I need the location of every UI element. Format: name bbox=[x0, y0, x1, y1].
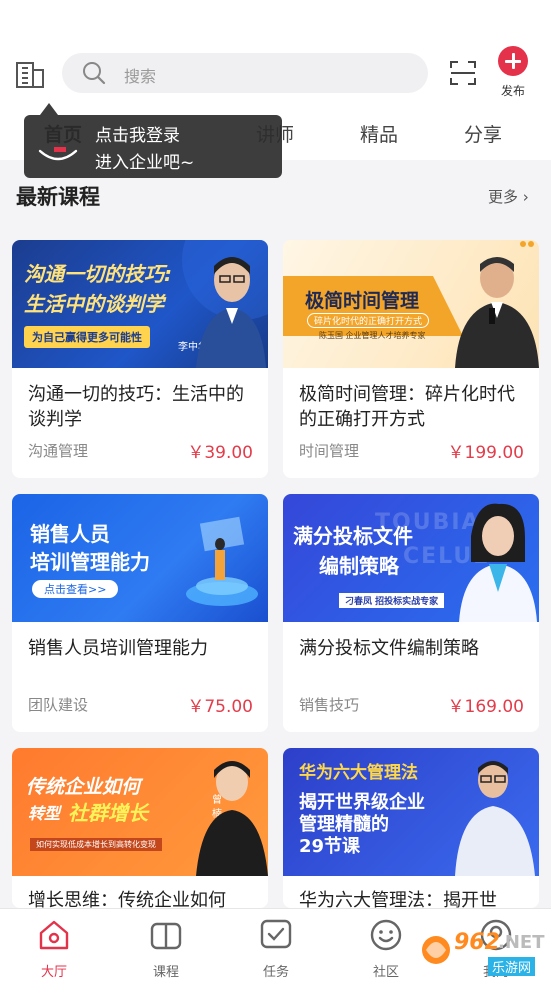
watermark-number: 962 bbox=[454, 930, 500, 955]
thumb-title-1: 满分投标文件 bbox=[293, 524, 413, 548]
nav-label: 任务 bbox=[262, 965, 289, 980]
course-thumbnail: 极简时间管理 碎片化时代的正确打开方式 陈玉国 企业管理人才培养专家 bbox=[283, 240, 539, 368]
course-thumbnail: 销售人员 培训管理能力 点击查看>> bbox=[12, 494, 268, 622]
plus-icon bbox=[498, 46, 528, 76]
scan-icon[interactable] bbox=[449, 60, 477, 86]
publish-button[interactable]: 发布 bbox=[494, 46, 532, 99]
search-icon bbox=[83, 62, 106, 85]
lecturer-photo bbox=[196, 257, 266, 368]
thumb-tag: 如何实现低成本增长到高转化变现 bbox=[30, 838, 162, 851]
nav-label: 大厅 bbox=[40, 965, 67, 980]
section-title: 最新课程 bbox=[16, 185, 100, 209]
thumb-tag: 刁春凤 招投标实战专家 bbox=[339, 593, 445, 608]
course-card[interactable]: 沟通一切的技巧: 生活中的谈判学 为自己赢得更多可能性 李中华 沟通一切的技巧：… bbox=[12, 240, 268, 478]
task-check-icon bbox=[260, 919, 292, 949]
course-card[interactable]: 极简时间管理 碎片化时代的正确打开方式 陈玉国 企业管理人才培养专家 极简时间管… bbox=[283, 240, 539, 478]
course-card[interactable]: 销售人员 培训管理能力 点击查看>> 销售人员培训管理能力 团队建设 ￥75.0… bbox=[12, 494, 268, 732]
home-icon bbox=[39, 920, 69, 950]
book-icon bbox=[150, 922, 182, 950]
thumb-tag: 为自己赢得更多可能性 bbox=[24, 326, 150, 348]
thumb-tag: 点击查看>> bbox=[32, 580, 119, 598]
course-category: 团队建设 bbox=[28, 696, 89, 714]
nav-label: 社区 bbox=[372, 965, 399, 980]
tooltip-line-2: 进入企业吧~ bbox=[95, 153, 195, 173]
thumb-title-1: 华为六大管理法 bbox=[299, 763, 418, 783]
course-card[interactable]: 传统企业如何 转型 社群增长 如何实现低成本增长到高转化变现 曾楠 增长思维：传… bbox=[12, 748, 268, 908]
lecturer-photo bbox=[459, 503, 537, 622]
thumb-title-2: 培训管理能力 bbox=[30, 550, 150, 574]
tab-share[interactable]: 分享 bbox=[464, 120, 502, 147]
thumb-title-2: 编制策略 bbox=[319, 554, 399, 578]
course-category: 沟通管理 bbox=[28, 442, 89, 460]
site-watermark: 962 .NET 乐游网 bbox=[418, 930, 548, 978]
course-card[interactable]: TOUBIAO CELUE 满分投标文件 编制策略 刁春凤 招投标实战专家 满分… bbox=[283, 494, 539, 732]
course-price: ￥39.00 bbox=[187, 443, 253, 463]
top-bar: 搜索 发布 bbox=[0, 0, 551, 112]
course-title: 极简时间管理：碎片化时代的正确打开方式 bbox=[299, 384, 515, 430]
smile-icon bbox=[370, 919, 402, 951]
course-title: 满分投标文件编制策略 bbox=[299, 638, 479, 659]
thumb-sub: 陈玉国 企业管理人才培养专家 bbox=[319, 331, 426, 340]
more-label: 更多 bbox=[488, 188, 519, 206]
watermark-domain: .NET bbox=[498, 932, 545, 953]
course-thumbnail: 传统企业如何 转型 社群增长 如何实现低成本增长到高转化变现 曾楠 bbox=[12, 748, 268, 876]
thumb-title-4: 29节课 bbox=[299, 836, 361, 857]
course-title: 沟通一切的技巧：生活中的谈判学 bbox=[28, 384, 244, 430]
course-title: 增长思维：传统企业如何 bbox=[28, 890, 226, 908]
search-placeholder: 搜索 bbox=[124, 67, 157, 86]
nav-item-courses[interactable]: 课程 bbox=[136, 917, 196, 980]
chevron-right-icon: › bbox=[522, 188, 529, 206]
tab-featured[interactable]: 精品 bbox=[360, 120, 398, 147]
thumb-title-2b: 社群增长 bbox=[68, 801, 148, 825]
thumb-title-2: 生活中的谈判学 bbox=[24, 292, 164, 316]
course-title: 销售人员培训管理能力 bbox=[28, 638, 208, 659]
course-card[interactable]: 华为六大管理法 揭开世界级企业 管理精髓的 29节课 华为六大管理法：揭开世 bbox=[283, 748, 539, 908]
publish-label: 发布 bbox=[500, 84, 525, 98]
thumb-title-1: 传统企业如何 bbox=[26, 776, 141, 798]
lecturer-photo bbox=[455, 761, 535, 876]
mascot-icon bbox=[38, 147, 78, 161]
watermark-text: 乐游网 bbox=[488, 957, 536, 976]
nav-label: 课程 bbox=[152, 965, 179, 980]
thumb-tag: 碎片化时代的正确打开方式 bbox=[307, 313, 430, 328]
more-link[interactable]: 更多 › bbox=[488, 186, 529, 207]
tooltip-line-1: 点击我登录 bbox=[95, 126, 180, 146]
course-category: 销售技巧 bbox=[299, 696, 360, 714]
course-category: 时间管理 bbox=[299, 442, 360, 460]
course-thumbnail: 沟通一切的技巧: 生活中的谈判学 为自己赢得更多可能性 李中华 bbox=[12, 240, 268, 368]
search-bar[interactable]: 搜索 bbox=[62, 53, 428, 93]
thumb-title-1: 销售人员 bbox=[30, 522, 110, 546]
course-price: ￥199.00 bbox=[447, 443, 524, 463]
course-thumbnail: 华为六大管理法 揭开世界级企业 管理精髓的 29节课 bbox=[283, 748, 539, 876]
thumb-title-1: 极简时间管理 bbox=[305, 290, 420, 312]
course-title: 华为六大管理法：揭开世 bbox=[299, 890, 497, 908]
lecturer-photo bbox=[196, 761, 268, 876]
course-price: ￥169.00 bbox=[447, 697, 524, 717]
lecturer-photo bbox=[455, 257, 539, 368]
thumb-title-2a: 转型 bbox=[28, 804, 61, 823]
course-price: ￥75.00 bbox=[187, 697, 253, 717]
login-tooltip[interactable]: 点击我登录 进入企业吧~ bbox=[24, 103, 282, 178]
course-thumbnail: TOUBIAO CELUE 满分投标文件 编制策略 刁春凤 招投标实战专家 bbox=[283, 494, 539, 622]
nav-item-tasks[interactable]: 任务 bbox=[246, 917, 306, 980]
nav-item-hall[interactable]: 大厅 bbox=[24, 917, 84, 980]
thumb-title-1: 沟通一切的技巧: bbox=[24, 262, 172, 286]
org-icon[interactable] bbox=[14, 58, 46, 90]
nav-item-community[interactable]: 社区 bbox=[356, 917, 416, 980]
